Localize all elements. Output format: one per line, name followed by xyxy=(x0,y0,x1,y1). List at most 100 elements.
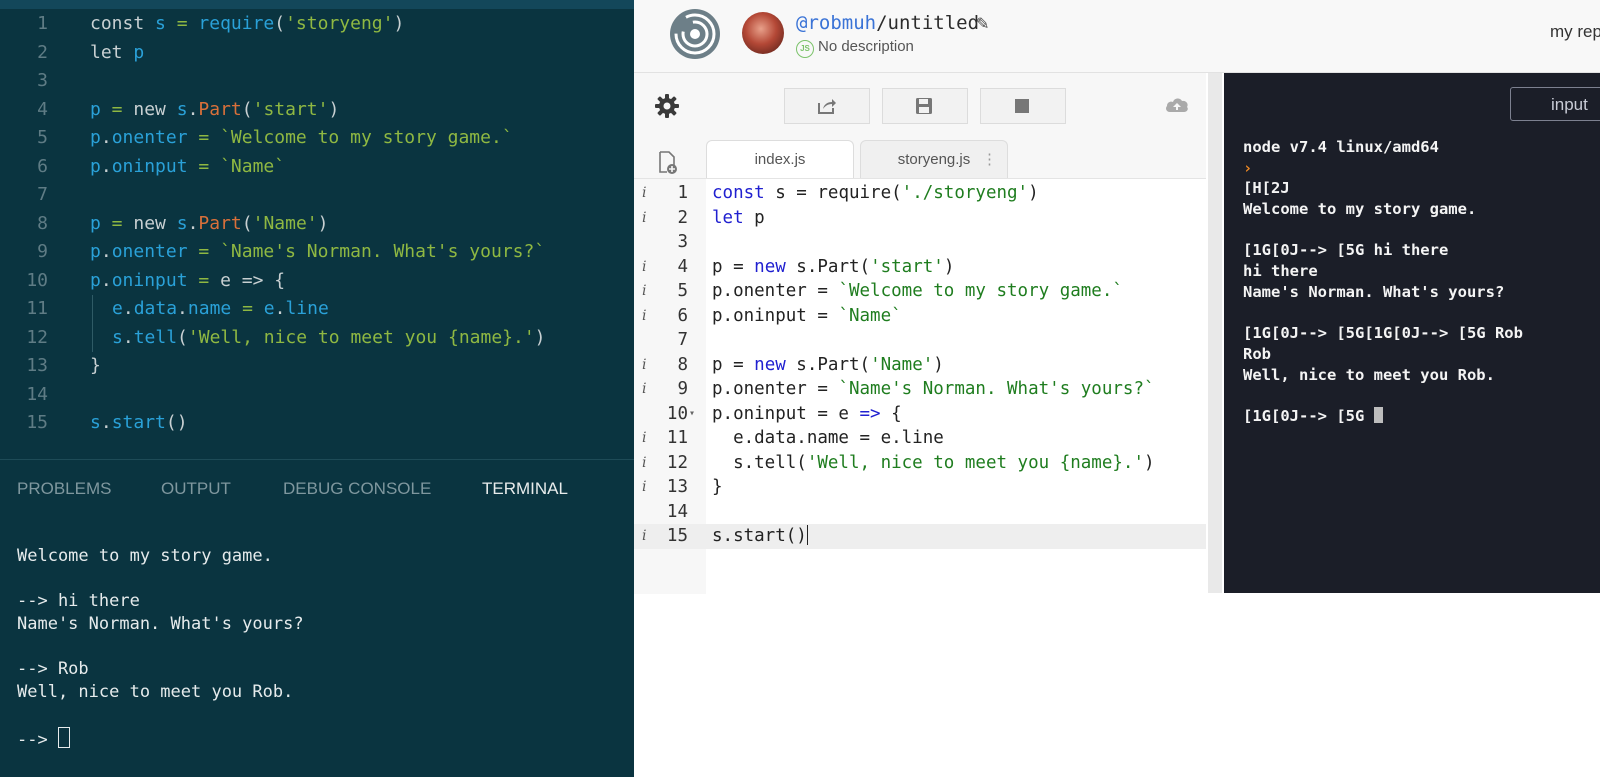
info-icon[interactable]: i xyxy=(642,451,652,476)
pane-resize-handle[interactable] xyxy=(1208,73,1222,593)
code-text: p.onenter = `Welcome to my story game.` xyxy=(90,124,513,153)
code-token: p xyxy=(90,155,101,177)
console-line: [1G[0J--> [5G xyxy=(1243,406,1523,427)
edit-title-pencil-icon[interactable]: ✎ xyxy=(976,14,989,34)
my-repls-link[interactable]: my rep xyxy=(1550,22,1600,42)
panel-divider[interactable] xyxy=(0,459,634,460)
line-number: 4 xyxy=(677,256,688,277)
console-text: Well, nice to meet you Rob. xyxy=(1243,365,1495,384)
line-number: 8 xyxy=(677,354,688,375)
line-number: 15 xyxy=(26,412,48,433)
tab-debug-console[interactable]: DEBUG CONSOLE xyxy=(283,474,431,504)
code-token: e xyxy=(263,298,275,319)
code-token: ( xyxy=(241,212,253,234)
code-token: const xyxy=(712,183,765,203)
code-token: Part xyxy=(198,212,242,234)
file-tab-index-js[interactable]: index.js xyxy=(706,140,854,179)
info-icon[interactable]: i xyxy=(642,475,652,500)
save-button[interactable] xyxy=(882,88,968,124)
code-token: . xyxy=(122,326,134,348)
code-line: 12 s.tell('Well, nice to meet you {name}.… xyxy=(0,323,634,353)
code-text: p.oninput = `Name` xyxy=(712,304,902,329)
info-icon[interactable]: i xyxy=(642,353,652,378)
code-line: 14 xyxy=(0,381,634,410)
console-text: [H[2J xyxy=(1243,179,1290,198)
line-number: 9 xyxy=(677,379,688,399)
console-pane[interactable]: input node v7.4 linux/amd64 › [H[2J Welcome… xyxy=(1224,73,1600,593)
code-token: = xyxy=(231,298,264,319)
info-icon[interactable]: i xyxy=(642,181,652,206)
fold-chevron-icon[interactable]: ▾ xyxy=(689,402,695,427)
code-text: s.tell('Well, nice to meet you {name}.') xyxy=(112,324,546,353)
repl-owner-link[interactable]: @robmuh xyxy=(796,12,876,34)
input-button[interactable]: input xyxy=(1510,87,1600,121)
code-token: s xyxy=(90,412,101,433)
replit-logo-icon[interactable] xyxy=(668,7,722,61)
vscode-terminal[interactable]: Welcome to my story game. --> hi there Nam… xyxy=(17,545,304,750)
code-token: s xyxy=(176,98,188,120)
code-text: p.oninput = e => { xyxy=(90,267,285,296)
code-line: i 8 p = new s.Part('Name') xyxy=(634,353,1206,378)
vscode-code-editor[interactable]: 1 const s = require('storyeng') 2 let p34p … xyxy=(0,10,634,438)
settings-gear-icon[interactable] xyxy=(654,93,680,119)
code-token: `Welcome to my story game.` xyxy=(838,281,1123,301)
code-token: = xyxy=(100,212,134,234)
terminal-text: --> xyxy=(17,729,58,750)
console-text: Welcome to my story game. xyxy=(1243,200,1477,219)
new-file-icon[interactable] xyxy=(658,151,678,175)
code-token: p.oninput = xyxy=(712,305,839,326)
file-tab-storyeng-js[interactable]: storyeng.js ⋮ xyxy=(860,140,1008,179)
code-token: ( xyxy=(177,326,188,348)
code-line: 3 xyxy=(0,67,634,96)
cloud-upload-icon[interactable] xyxy=(1164,95,1190,113)
code-token: p = xyxy=(712,256,755,277)
user-avatar[interactable] xyxy=(742,12,784,54)
tab-terminal[interactable]: TERMINAL xyxy=(482,474,568,504)
code-text: let p xyxy=(90,39,144,68)
code-line: i 9 p.onenter = `Name's Norman. What's you… xyxy=(634,377,1206,402)
line-number: 6 xyxy=(677,305,688,326)
terminal-line: --> Rob xyxy=(17,658,304,681)
info-icon[interactable]: i xyxy=(642,426,652,451)
tab-problems[interactable]: PROBLEMS xyxy=(17,474,111,504)
code-token: . xyxy=(274,298,286,319)
line-number: 11 xyxy=(666,428,688,448)
terminal-text: --> Rob xyxy=(17,659,89,680)
code-text: e.data.name = e.line xyxy=(112,295,329,324)
console-line: hi there xyxy=(1243,261,1523,282)
console-line: node v7.4 linux/amd64 xyxy=(1243,137,1523,158)
code-token: } xyxy=(90,355,101,376)
info-icon[interactable]: i xyxy=(642,279,652,304)
code-token: e.data.name = e.line xyxy=(712,428,944,448)
code-token: ) xyxy=(534,326,546,348)
info-icon[interactable]: i xyxy=(642,524,652,549)
code-token: . xyxy=(187,212,199,234)
repl-name[interactable]: untitled xyxy=(888,12,980,34)
info-icon[interactable]: i xyxy=(642,255,652,280)
code-token: s.tell( xyxy=(712,452,807,473)
code-token: p xyxy=(90,269,101,291)
code-token: p xyxy=(90,98,101,120)
code-text: p.oninput = `Name` xyxy=(90,153,285,182)
code-line: i 1 const s = require('./storyeng') xyxy=(634,181,1206,206)
code-token: e => { xyxy=(220,269,286,291)
code-token: { xyxy=(880,403,902,424)
console-line: Rob xyxy=(1243,344,1523,365)
code-token: p xyxy=(90,241,101,262)
replit-window: @robmuh/untitled ✎ JS No description my … xyxy=(634,0,1600,777)
line-number: 5 xyxy=(37,127,48,148)
info-icon[interactable]: i xyxy=(642,206,652,231)
line-number: 14 xyxy=(26,383,48,405)
stop-button[interactable] xyxy=(980,88,1066,124)
code-text: const s = require('storyeng') xyxy=(90,10,404,39)
share-button[interactable] xyxy=(784,88,870,124)
code-token: new xyxy=(133,98,177,120)
tab-output[interactable]: OUTPUT xyxy=(161,474,231,504)
replit-code-editor[interactable]: i 1 const s = require('./storyeng') i 2 let p… xyxy=(634,178,1206,594)
code-token: ) xyxy=(317,212,329,234)
info-icon[interactable]: i xyxy=(642,377,652,402)
info-icon[interactable]: i xyxy=(642,304,652,329)
indent-guide xyxy=(92,323,93,352)
tab-menu-icon[interactable]: ⋮ xyxy=(982,141,997,179)
repl-description[interactable]: No description xyxy=(818,38,914,55)
